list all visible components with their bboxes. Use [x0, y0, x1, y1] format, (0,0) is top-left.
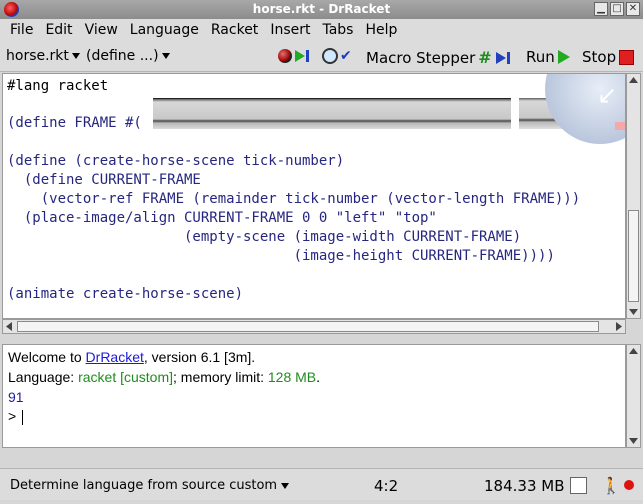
text-cursor [22, 409, 24, 425]
cursor-position: 4:2 [374, 477, 399, 495]
menu-insert[interactable]: Insert [264, 22, 316, 38]
debug-tools: ✔ [278, 48, 354, 64]
menu-racket[interactable]: Racket [205, 22, 264, 38]
memory-value: 128 MB [267, 369, 317, 385]
code-line-8: (image-height CURRENT-FRAME)))) [7, 248, 555, 264]
menu-bar: File Edit View Language Racket Insert Ta… [0, 19, 643, 41]
menu-view[interactable]: View [79, 22, 124, 38]
minimize-button[interactable]: ▁ [594, 2, 608, 16]
welcome-line: Welcome to DrRacket, version 6.1 [3m]. [8, 349, 255, 365]
step-forward-icon [495, 51, 510, 64]
stop-button[interactable]: Stop [582, 48, 635, 66]
scroll-down-icon[interactable] [627, 435, 640, 447]
scroll-down-icon[interactable] [627, 306, 640, 318]
drracket-link[interactable]: DrRacket [86, 349, 144, 365]
chevron-down-icon [281, 482, 290, 489]
arrow-icon: ↙ [597, 81, 618, 109]
memory-usage[interactable]: 184.33 MB [484, 477, 565, 495]
code-line-1: #lang racket [7, 78, 109, 94]
scroll-left-icon[interactable] [3, 320, 15, 333]
file-selector-label: horse.rkt [6, 48, 69, 64]
editor-vertical-scrollbar[interactable] [626, 73, 641, 319]
error-marker [615, 122, 625, 130]
repl-prompt-line[interactable]: > [8, 408, 24, 425]
language-selector-label: Determine language from source custom [10, 478, 278, 493]
interactions-vertical-scrollbar[interactable] [626, 344, 641, 448]
repl-output: 91 [8, 389, 24, 405]
code-line-2: (define FRAME #( [7, 115, 142, 131]
stop-icon [619, 49, 635, 65]
play-icon [557, 50, 570, 64]
definitions-editor[interactable]: #lang racket (define FRAME #( (define (c… [2, 73, 626, 319]
macro-stepper-button[interactable]: Macro Stepper # [366, 48, 511, 67]
language-line: Language: racket [custom]; memory limit:… [8, 369, 320, 385]
code-line-9: (animate create-horse-scene) [7, 286, 244, 302]
menu-language[interactable]: Language [124, 22, 205, 38]
hash-icon: # [478, 48, 492, 67]
pane-splitter[interactable] [0, 336, 643, 344]
define-selector-label: (define ...) [86, 48, 159, 64]
code-line-7: (empty-scene (image-width CURRENT-FRAME) [7, 229, 522, 245]
horse-frame-image [153, 98, 511, 129]
language-prefix: Language: [8, 369, 79, 385]
repl-prompt: > [8, 408, 17, 424]
close-button[interactable]: ✕ [626, 2, 640, 16]
code-line-3: (define (create-horse-scene tick-number) [7, 153, 345, 169]
scroll-up-icon[interactable] [627, 345, 640, 357]
step-forward-icon[interactable] [294, 49, 310, 63]
code-line-4: (define CURRENT-FRAME [7, 172, 201, 188]
define-selector[interactable]: (define ...) [86, 48, 170, 64]
welcome-suffix: , version 6.1 [3m]. [143, 349, 256, 365]
scroll-right-icon[interactable] [613, 320, 625, 333]
status-dot-icon [624, 480, 634, 490]
menu-edit[interactable]: Edit [39, 22, 78, 38]
memory-gc-box[interactable] [570, 477, 587, 494]
language-selector[interactable]: Determine language from source custom [10, 478, 290, 493]
language-value: racket [custom] [78, 369, 173, 385]
title-bar: horse.rkt - DrRacket ▁ □ ✕ [0, 0, 643, 19]
scroll-thumb[interactable] [628, 210, 639, 302]
menu-help[interactable]: Help [359, 22, 403, 38]
running-man-icon: 🚶 [601, 476, 621, 495]
editor-horizontal-scrollbar[interactable] [2, 319, 626, 334]
code-line-6: (place-image/align CURRENT-FRAME 0 0 "le… [7, 210, 437, 226]
run-button[interactable]: Run [526, 48, 570, 66]
scroll-thumb[interactable] [17, 321, 599, 332]
interactions-pane[interactable]: Welcome to DrRacket, version 6.1 [3m]. L… [2, 344, 626, 448]
stop-label: Stop [582, 48, 617, 66]
menu-file[interactable]: File [4, 22, 39, 38]
scroll-up-icon[interactable] [627, 74, 640, 86]
code-line-5: (vector-ref FRAME (remainder tick-number… [7, 191, 581, 207]
macro-stepper-label: Macro Stepper [366, 48, 476, 67]
maximize-button[interactable]: □ [610, 2, 624, 16]
toolbar: horse.rkt (define ...) ✔ Macro Stepper #… [0, 41, 643, 72]
check-syntax-magnifier-icon[interactable] [322, 48, 338, 64]
chevron-down-icon [161, 53, 170, 59]
memory-suffix: . [316, 369, 321, 385]
debug-bug-icon[interactable] [278, 49, 292, 63]
memory-prefix: ; memory limit: [173, 369, 268, 385]
file-selector[interactable]: horse.rkt [6, 48, 80, 64]
window-controls: ▁ □ ✕ [594, 2, 640, 16]
run-label: Run [526, 48, 555, 66]
menu-tabs[interactable]: Tabs [316, 22, 359, 38]
window-title: horse.rkt - DrRacket [252, 2, 391, 16]
chevron-down-icon [71, 53, 80, 59]
status-bar: Determine language from source custom 4:… [0, 468, 643, 500]
welcome-prefix: Welcome to [8, 349, 86, 365]
check-syntax-checkmark-icon[interactable]: ✔ [340, 49, 354, 63]
